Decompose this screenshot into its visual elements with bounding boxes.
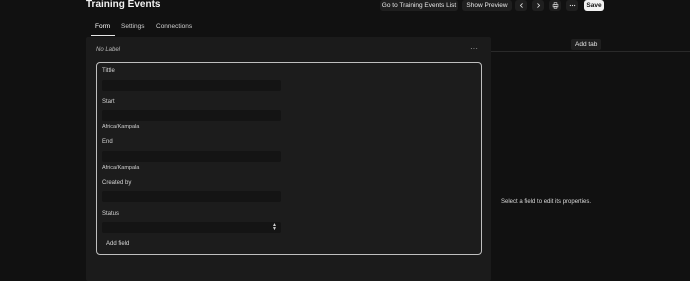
properties-empty-hint: Select a field to edit its properties. [501,199,592,205]
properties-divider [491,51,690,52]
status-select[interactable]: ▲ ▼ [102,222,281,233]
start-timezone-hint: Africa/Kampala [102,124,140,130]
add-field-button[interactable]: Add field [101,238,134,250]
field-label-tittle: Tittle [102,68,115,74]
section-menu-button[interactable]: ··· [470,44,478,53]
field-label-created-by: Created by [102,180,132,186]
print-button[interactable] [549,0,561,11]
top-bar: Training Events Go to Training Events Li… [0,0,690,13]
section-label[interactable]: No Label [96,47,120,53]
created-by-field[interactable] [102,191,281,202]
chevron-left-icon [519,3,523,8]
save-button[interactable]: Save [584,0,604,11]
show-preview-button[interactable]: Show Preview [462,0,512,11]
select-arrows-icon: ▲ ▼ [272,222,277,232]
end-timezone-hint: Africa/Kampala [102,165,140,171]
chevron-right-icon [536,3,540,8]
add-tab-button[interactable]: Add tab [571,39,602,50]
next-record-button[interactable] [532,0,544,11]
tab-form[interactable]: Form [95,23,110,30]
go-to-list-button[interactable]: Go to Training Events List [380,0,458,11]
tittle-field[interactable] [102,80,281,91]
previous-record-button[interactable] [515,0,527,11]
end-field[interactable] [102,151,281,162]
more-actions-button[interactable] [566,0,578,11]
page-title: Training Events [86,0,161,10]
start-field[interactable] [102,110,281,121]
tab-settings[interactable]: Settings [121,23,145,30]
tab-connections[interactable]: Connections [156,23,192,30]
field-label-start: Start [102,99,115,105]
field-label-status: Status [102,211,120,217]
printer-icon [552,2,558,9]
active-tab-indicator [91,35,115,36]
ellipsis-icon [569,4,575,7]
field-label-end: End [102,139,113,145]
